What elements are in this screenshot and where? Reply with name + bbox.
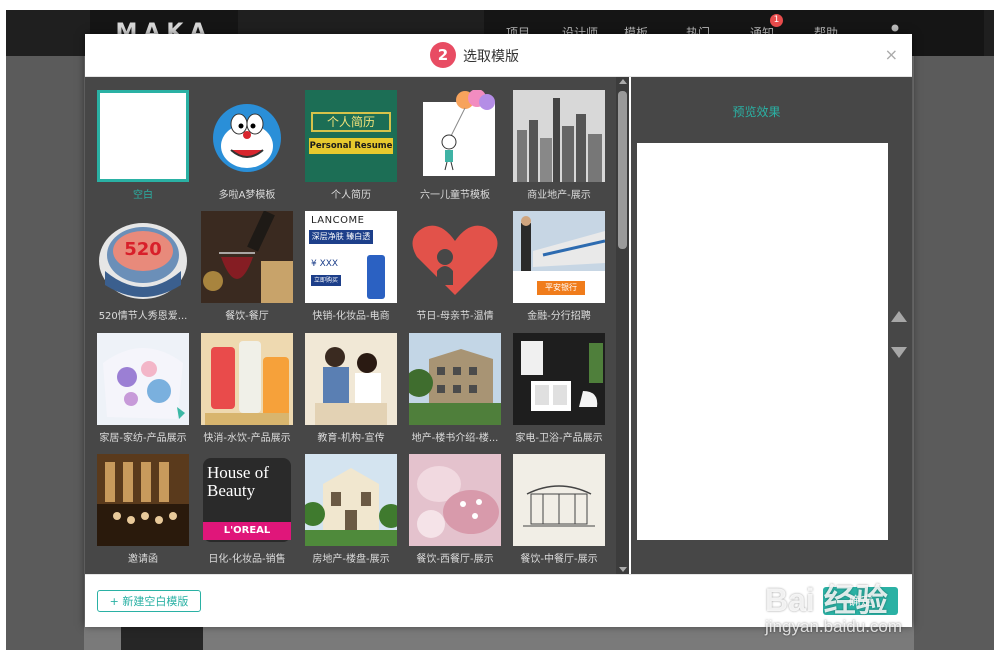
template-thumb-resume: 个人简历 Personal Resume <box>305 90 397 182</box>
template-label: 房地产-楼盘-展示 <box>312 554 390 565</box>
template-thumb-commercial-estate <box>513 90 605 182</box>
scroll-down-icon[interactable] <box>619 567 627 572</box>
template-thumb-home-textile <box>97 333 189 425</box>
lancome-product-tube <box>367 255 385 299</box>
template-520-text: 520 <box>124 239 162 260</box>
template-thumb-drinks <box>201 333 293 425</box>
modal-header: 2 选取模版 × <box>85 34 912 77</box>
template-thumb-blank <box>97 90 189 182</box>
resume-title: 个人简历 <box>311 112 391 132</box>
template-label: 家居-家纺-产品展示 <box>99 433 187 444</box>
template-thumb-education <box>305 333 397 425</box>
template-thumb-mothers-day <box>409 211 501 303</box>
template-thumb-beauty-sales: House of Beauty L'OREAL <box>201 454 293 546</box>
modal-title: 选取模版 <box>463 49 519 65</box>
template-label: 节日-母亲节-温情 <box>416 311 494 322</box>
loreal-label: L'OREAL <box>203 522 291 540</box>
template-thumb-restaurant <box>201 211 293 303</box>
template-thumb-bank-recruit: 平安银行 <box>513 211 605 303</box>
template-thumb-property-brochure <box>409 333 501 425</box>
lancome-buy-badge: 立即购买 <box>311 275 341 286</box>
lancome-price: ¥ XXX <box>311 259 339 269</box>
template-thumb-chinese-restaurant <box>513 454 605 546</box>
template-label: 六一儿童节模板 <box>420 190 490 201</box>
template-label: 家电-卫浴-产品展示 <box>515 433 603 444</box>
preview-panel: 预览效果 <box>631 77 912 574</box>
template-label: 个人简历 <box>331 190 371 201</box>
template-thumb-cosmetics-ecommerce: LANCOME 深层净肤 臻白透亮 ¥ XXX 立即购买 <box>305 211 397 303</box>
beauty-title: House of Beauty <box>207 463 269 500</box>
watermark: Bai 经验 jingyan.baidu.com <box>765 565 965 645</box>
notification-badge: 1 <box>770 14 783 27</box>
preview-title: 预览效果 <box>732 105 781 119</box>
template-label: 商业地产-展示 <box>527 190 591 201</box>
template-label: 餐饮-餐厅 <box>225 311 269 322</box>
template-label: 餐饮-中餐厅-展示 <box>520 554 598 565</box>
template-label: 餐饮-西餐厅-展示 <box>416 554 494 565</box>
template-thumb-childrens-day <box>409 90 501 182</box>
scrollbar-thumb[interactable] <box>618 91 627 249</box>
watermark-url: jingyan.baidu.com <box>765 617 903 636</box>
resume-subtitle: Personal Resume <box>309 138 393 154</box>
template-label: 快消-水饮-产品展示 <box>203 433 291 444</box>
template-grid: 空白 多啦A梦模板 个人简历 Personal Resume 个人简历 六一儿童… <box>85 77 629 574</box>
template-thumb-doraemon <box>201 90 293 182</box>
template-label: 多啦A梦模板 <box>218 190 276 201</box>
lancome-tagline: 深层净肤 臻白透亮 <box>309 230 373 255</box>
template-thumb-bathroom <box>513 333 605 425</box>
preview-canvas <box>637 143 888 540</box>
step-badge: 2 <box>430 42 456 68</box>
template-label: 快销-化妆品-电商 <box>312 311 390 322</box>
template-thumb-520: 520 <box>97 211 189 303</box>
template-thumb-western-restaurant <box>409 454 501 546</box>
template-label: 金融-分行招聘 <box>527 311 591 322</box>
template-scrollbar[interactable] <box>616 77 629 574</box>
template-thumb-real-estate <box>305 454 397 546</box>
template-label: 教育-机构-宣传 <box>317 433 385 444</box>
template-label: 日化-化妆品-销售 <box>208 554 286 565</box>
template-thumb-invitation <box>97 454 189 546</box>
template-picker-modal: 2 选取模版 × 空白 多啦A梦模板 个人简历 Personal Resume … <box>85 34 912 627</box>
scroll-up-icon[interactable] <box>619 79 627 84</box>
template-label: 邀请函 <box>128 554 158 565</box>
watermark-brand: Bai 经验 <box>765 582 888 618</box>
close-icon[interactable]: × <box>885 45 898 64</box>
preview-next-icon[interactable] <box>891 347 907 358</box>
lancome-brand: LANCOME <box>311 215 365 226</box>
template-label: 空白 <box>133 190 153 201</box>
bank-logo: 平安银行 <box>537 281 585 295</box>
template-label: 地产-楼书介绍-楼... <box>411 433 499 444</box>
template-label: 520情节人秀恩爱... <box>98 311 188 322</box>
new-blank-template-button[interactable]: + 新建空白模版 <box>97 590 201 612</box>
preview-prev-icon[interactable] <box>891 311 907 322</box>
